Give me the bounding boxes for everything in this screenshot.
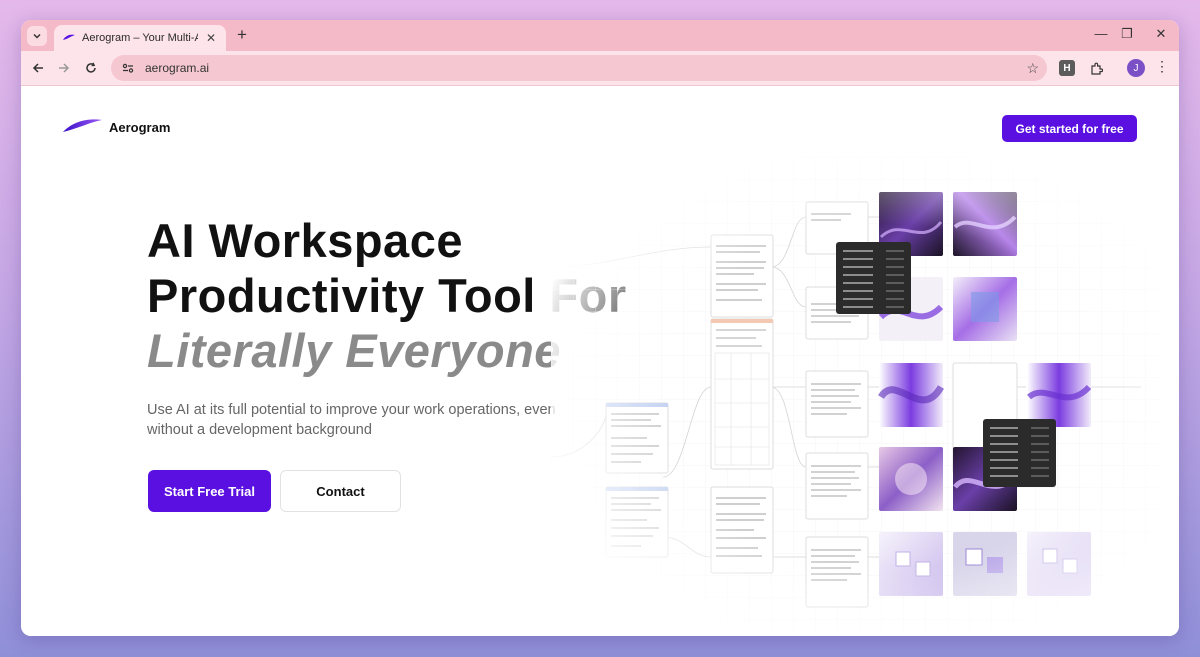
tab-strip: Aerogram – Your Multi-AI-Mod ✕ + — ❐ ✕ <box>21 20 1179 51</box>
avatar[interactable]: J <box>1127 59 1145 77</box>
tab-active[interactable]: Aerogram – Your Multi-AI-Mod ✕ <box>54 25 226 51</box>
browser-window: Aerogram – Your Multi-AI-Mod ✕ + — ❐ ✕ a… <box>21 20 1179 636</box>
chevron-down-icon <box>33 33 41 39</box>
extension-h-icon[interactable]: H <box>1059 60 1075 76</box>
restore-icon[interactable]: ❐ <box>1117 26 1137 42</box>
tab-favicon <box>63 34 75 40</box>
back-icon[interactable] <box>29 59 47 77</box>
url-text[interactable]: aerogram.ai <box>145 61 1018 75</box>
site-info-icon[interactable] <box>119 59 137 77</box>
tab-title: Aerogram – Your Multi-AI-Mod <box>82 32 198 44</box>
get-started-button[interactable]: Get started for free <box>1002 115 1137 142</box>
kebab-icon[interactable]: ⋮ <box>1155 58 1169 75</box>
forward-icon[interactable] <box>55 59 73 77</box>
address-bar[interactable]: aerogram.ai ☆ <box>111 55 1047 81</box>
contact-button[interactable]: Contact <box>280 470 401 512</box>
tab-search-button[interactable] <box>27 26 47 46</box>
close-icon[interactable]: ✕ <box>204 31 218 45</box>
web-page: Aerogram Get started for free AI Workspa… <box>21 87 1179 636</box>
start-free-trial-button[interactable]: Start Free Trial <box>148 470 271 512</box>
extensions-icon[interactable] <box>1087 59 1105 77</box>
reload-icon[interactable] <box>82 59 100 77</box>
star-icon[interactable]: ☆ <box>1026 60 1039 77</box>
window-close-icon[interactable]: ✕ <box>1151 26 1171 42</box>
browser-toolbar: aerogram.ai ☆ H J ⋮ <box>21 51 1179 86</box>
logo-text: Aerogram <box>109 119 171 135</box>
plus-icon[interactable]: + <box>233 26 251 44</box>
minimize-icon[interactable]: — <box>1091 26 1111 41</box>
aerogram-logo-icon <box>63 119 102 132</box>
workspace-canvas-illustration <box>551 157 1161 636</box>
logo[interactable]: Aerogram <box>61 117 170 137</box>
hero-subtitle: Use AI at its full potential to improve … <box>147 402 556 438</box>
